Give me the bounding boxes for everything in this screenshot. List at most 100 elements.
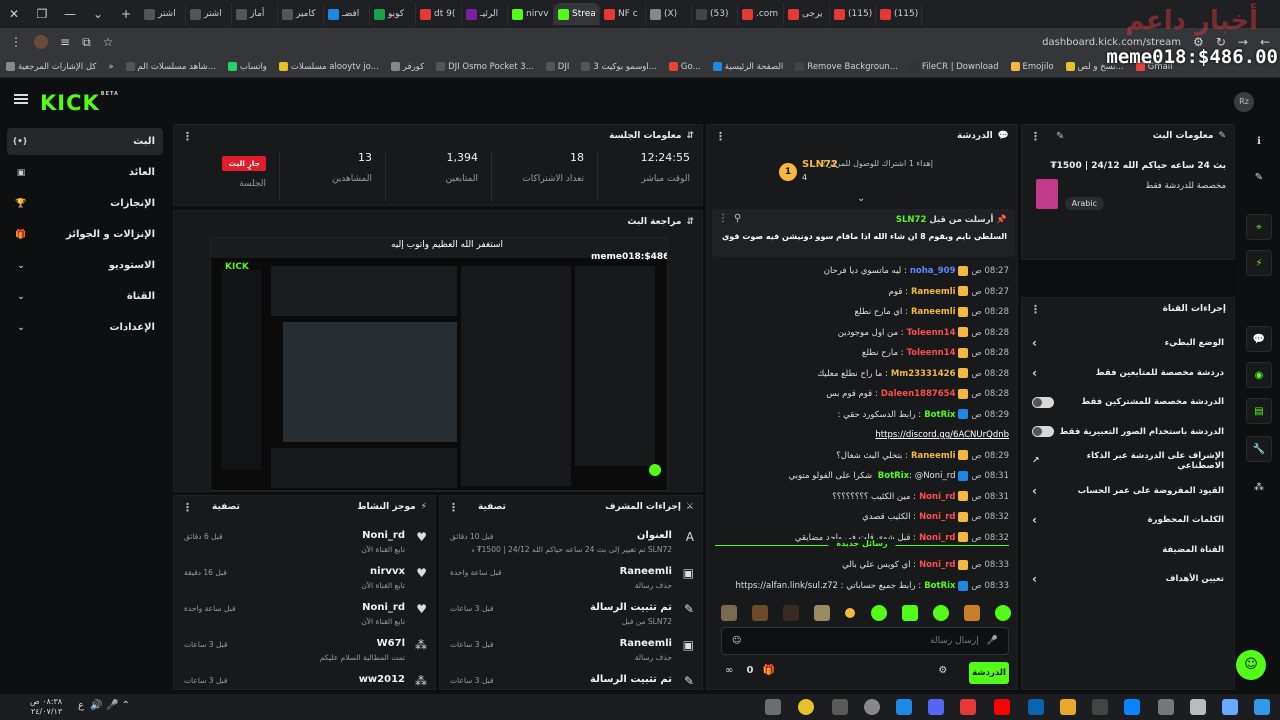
browser-tab[interactable]: Strea <box>554 3 600 25</box>
system-clock[interactable]: ٠٨:٣٨ ص ٢٤/٠٧/١٣ <box>30 697 62 717</box>
emote-3[interactable] <box>783 605 800 621</box>
emote-8[interactable] <box>932 605 949 621</box>
chat-username[interactable]: Noni_rd <box>919 512 955 522</box>
chat-username[interactable]: Daleen1887654 <box>881 389 956 399</box>
obs-taskbar-icon[interactable] <box>864 699 880 715</box>
feed-row[interactable]: ♥ Noni_rd تابع القناة الآن قبل ساعة واحدة <box>174 596 435 632</box>
bookmark-item[interactable]: DJI <box>540 62 576 72</box>
chat-username[interactable]: Toleenn14 <box>907 348 956 358</box>
channel-action-row[interactable]: تعيين الأهداف › <box>1022 566 1234 592</box>
lightning-icon[interactable]: ⚡ <box>1246 250 1272 276</box>
sidebar-item[interactable]: الإنزالات و الجوائز 🎁 <box>7 221 163 248</box>
browser-tab[interactable]: كوبو <box>370 3 416 25</box>
bookmark-item[interactable]: شاهد مسلسلات الم... <box>120 62 222 72</box>
chat-input[interactable]: 🎤 إرسال رسالة ☺ <box>721 627 1009 655</box>
chat-username[interactable]: BotRix <box>878 471 909 481</box>
chat-message[interactable]: 08:28 صToleenn14: من اول موجودين <box>719 327 1009 340</box>
channel-action-row[interactable]: دردشة مخصصة للمتابعين فقط › <box>1022 360 1234 386</box>
bookmark-star-icon[interactable]: ☆ <box>103 35 114 49</box>
sidebar-item[interactable]: الإنجازات 🏆 <box>7 190 163 217</box>
explorer-taskbar-icon[interactable] <box>1060 699 1076 715</box>
bookmark-item[interactable]: FileCR | Download <box>904 62 1005 72</box>
edit-icon[interactable]: ✎ <box>1056 131 1064 142</box>
emote-6[interactable] <box>870 605 887 621</box>
channel-action-row[interactable]: الكلمات المحظورة › <box>1022 507 1234 533</box>
bookmark-item[interactable]: اوسمو بوكيت 3... <box>575 62 663 72</box>
browser-tab[interactable]: (X) <box>646 3 692 25</box>
steam-taskbar-icon[interactable] <box>765 699 781 715</box>
bookmark-item[interactable]: Remove Backgroun... <box>789 62 904 72</box>
chat-message[interactable]: 08:28 صToleenn14: مارح نطلع <box>719 347 1009 360</box>
emote-7[interactable] <box>901 605 918 621</box>
sidebar-item[interactable]: البث (•) <box>7 128 163 155</box>
chat-message[interactable]: 08:33 صNoni_rd: اي كويس علي بالي <box>719 559 1009 572</box>
chat-message[interactable]: 08:29 صRaneemli: بتخلي البث شغال؟ <box>719 450 1009 463</box>
mod-filter-button[interactable]: تصفية <box>478 502 506 512</box>
chat-message[interactable]: 08:29 صBotRix: رابط الدسكورد حقي : <box>719 409 1009 422</box>
help-chat-button[interactable]: ☺ <box>1236 650 1266 680</box>
bookmark-item[interactable]: كورفر <box>385 62 430 72</box>
more-icon[interactable]: ⋮ <box>182 501 193 514</box>
emoji-icon[interactable]: ☺ <box>732 636 741 646</box>
extensions-icon[interactable]: ≡ <box>60 35 70 49</box>
browser-tab[interactable]: أماز <box>232 3 278 25</box>
chevron-icon[interactable]: › <box>1032 484 1037 498</box>
more-icon[interactable]: ⋮ <box>1030 130 1041 143</box>
category-thumbnail[interactable] <box>1036 179 1058 209</box>
stream-category[interactable]: مخصصة للدردشة فقط <box>1145 181 1226 191</box>
stream-preview-video[interactable]: KICK استغفر الله العظيم واتوب إليه meme0… <box>210 237 668 491</box>
emote-9[interactable] <box>963 605 980 621</box>
outlook-taskbar-icon[interactable] <box>1124 699 1140 715</box>
tab-search-icon[interactable]: ⌄ <box>84 7 112 21</box>
chevron-icon[interactable]: › <box>1032 336 1037 350</box>
app3-taskbar-icon[interactable] <box>1158 699 1174 715</box>
bookmark-item[interactable]: كل الإشارات المرجعية <box>0 62 102 72</box>
app-taskbar-icon[interactable] <box>832 699 848 715</box>
profile-icon[interactable] <box>34 35 48 49</box>
edge-taskbar-icon[interactable] <box>1028 699 1044 715</box>
chat-username[interactable]: Raneemli <box>911 287 956 297</box>
browser-tab[interactable]: افضـ <box>324 3 370 25</box>
chat-username[interactable]: Mm23331426 <box>891 369 956 379</box>
task-view-icon[interactable] <box>1222 699 1238 715</box>
feed-row[interactable]: ▣ Raneemli حذف رسالة قبل 3 ساعات <box>440 632 702 668</box>
feed-row[interactable]: ▣ Raneemli حذف رسالة قبل ساعة واحدة <box>440 560 702 596</box>
external-link-icon[interactable]: ↗ <box>1032 456 1040 466</box>
info-circle-icon[interactable]: ℹ <box>1246 128 1272 154</box>
window-restore-icon[interactable]: ❐ <box>28 7 56 21</box>
gift-icon[interactable]: 🎁 <box>763 665 775 676</box>
chat-username[interactable]: Noni_rd <box>919 533 955 543</box>
toggle-switch[interactable] <box>1032 426 1054 437</box>
tray-icons[interactable]: ع 🔊 🎤 ⌃ <box>78 700 130 711</box>
emote-4[interactable] <box>814 605 831 621</box>
chevron-icon[interactable]: › <box>1032 366 1037 380</box>
sidebar-item[interactable]: القناة ⌄ <box>7 283 163 310</box>
more-icon[interactable]: ⋮ <box>715 130 726 143</box>
apps-icon[interactable]: ⁂ <box>1246 474 1272 500</box>
bookmark-item[interactable]: Go... <box>663 62 707 72</box>
chrome-taskbar-icon[interactable] <box>798 699 814 715</box>
sidebar-item[interactable]: الإعدادات ⌄ <box>7 314 163 341</box>
window-minimize-icon[interactable]: — <box>56 7 84 21</box>
unpin-icon[interactable]: ⚲ <box>734 213 741 224</box>
start-taskbar-icon[interactable] <box>1254 699 1270 715</box>
chat-username[interactable]: Raneemli <box>911 451 956 461</box>
browser-tab[interactable]: كامير <box>278 3 324 25</box>
files-taskbar-icon[interactable] <box>896 699 912 715</box>
browser-tab[interactable]: يرجى <box>784 3 830 25</box>
feed-row[interactable]: ♥ Noni_rd تابع القناة الآن قبل 6 دقائق <box>174 524 435 560</box>
browser-tab[interactable]: اشتر <box>186 3 232 25</box>
browser-tab[interactable]: dt 9( <box>416 3 462 25</box>
emote-5[interactable] <box>845 608 856 618</box>
browser-tab[interactable]: (115) <box>830 3 876 25</box>
chevron-icon[interactable]: › <box>1032 572 1037 586</box>
kick-logo[interactable]: KICKBETA <box>40 91 119 115</box>
wrench-icon[interactable]: 🔧 <box>1246 436 1272 462</box>
clipboard-icon[interactable]: ▤ <box>1246 398 1272 424</box>
chat-message[interactable]: 08:31 صBotRix: @Noni_rd شكرا على الفولو … <box>719 470 1009 483</box>
youtube-taskbar-icon[interactable] <box>994 699 1010 715</box>
browser-tab[interactable]: (115) <box>876 3 922 25</box>
browser-tab[interactable]: NF c <box>600 3 646 25</box>
chevron-icon[interactable]: › <box>1032 513 1037 527</box>
browser-tab[interactable]: اشتر <box>140 3 186 25</box>
